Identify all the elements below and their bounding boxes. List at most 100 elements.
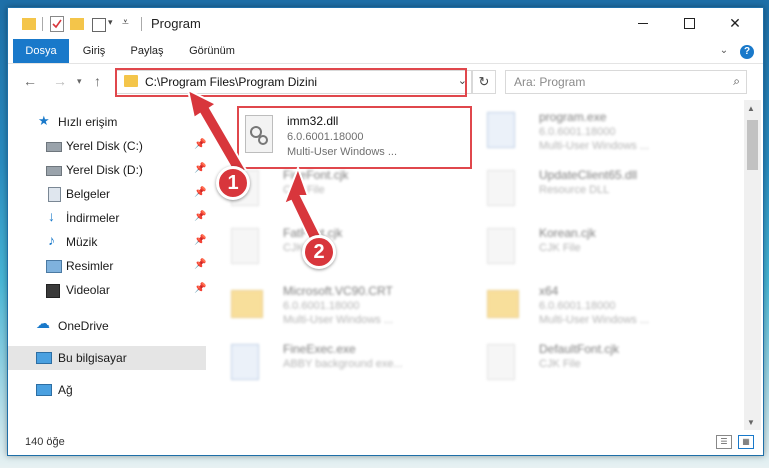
file-icon [487, 344, 515, 380]
list-item[interactable]: FineFont.cjk CJK File [213, 162, 453, 216]
list-item[interactable]: x64 6.0.6001.18000 Multi-User Windows ..… [469, 278, 709, 332]
scroll-thumb[interactable] [747, 120, 758, 170]
pin-icon[interactable]: 📌 [194, 211, 206, 222]
downloads-icon: ↓ [48, 208, 55, 224]
file-name: program.exe [539, 110, 607, 124]
tab-file[interactable]: Dosya [13, 39, 69, 63]
new-folder-icon[interactable] [70, 18, 84, 30]
sidebar-item-label: Ağ [58, 383, 73, 397]
pin-icon[interactable]: 📌 [194, 283, 206, 294]
vertical-scrollbar[interactable]: ▲ ▼ [744, 100, 761, 430]
expand-ribbon-icon[interactable]: ⌄ [716, 39, 732, 63]
customize-toolbar-icon[interactable]: ⩡ [122, 15, 129, 30]
sidebar-item-pictures[interactable]: Resimler 📌 [8, 254, 206, 278]
dll-file-icon [487, 170, 515, 206]
forward-arrow-icon[interactable]: → [53, 73, 67, 89]
pin-icon[interactable]: 📌 [194, 187, 206, 198]
sidebar-item-network[interactable]: Ağ [8, 378, 206, 402]
network-icon [36, 384, 52, 396]
file-version: 6.0.6001.18000 [539, 126, 616, 138]
tab-home[interactable]: Giriş [72, 39, 116, 63]
sidebar-item-local-disk-d[interactable]: Yerel Disk (D:) 📌 [8, 158, 206, 182]
navigation-pane: ★ Hızlı erişim Yerel Disk (C:) 📌 Yerel D… [8, 100, 206, 430]
window-title: Program [151, 16, 201, 31]
file-version: 6.0.6001.18000 [283, 300, 360, 312]
sidebar-item-local-disk-c[interactable]: Yerel Disk (C:) 📌 [8, 134, 206, 158]
help-icon[interactable]: ? [739, 39, 755, 63]
close-button[interactable]: ✕ [712, 8, 758, 38]
explorer-window: ▾ ⩡ Program ✕ Dosya Giriş Paylaş Görünüm… [7, 7, 764, 456]
file-name: Microsoft.VC90.CRT [283, 284, 393, 298]
close-icon: ✕ [729, 14, 741, 31]
pictures-icon [46, 260, 62, 273]
status-bar: 140 öğe ☰ ▦ [8, 430, 763, 454]
sidebar-item-this-pc[interactable]: Bu bilgisayar [8, 346, 206, 370]
videos-icon [46, 284, 60, 298]
file-name: DefaultFont.cjk [539, 342, 620, 356]
file-type: CJK File [539, 242, 581, 254]
checkmark-icon [52, 19, 62, 29]
tab-share[interactable]: Paylaş [124, 39, 170, 63]
recent-locations-icon[interactable]: ▾ [77, 76, 82, 87]
cloud-icon: ☁ [36, 315, 50, 331]
search-box[interactable]: Ara: Program ⌕ [505, 70, 747, 94]
sidebar-item-videos[interactable]: Videolar 📌 [8, 278, 206, 302]
sidebar-item-onedrive[interactable]: ☁ OneDrive [8, 314, 206, 338]
scroll-down-icon[interactable]: ▼ [747, 418, 755, 427]
sidebar-item-music[interactable]: ♪ Müzik 📌 [8, 230, 206, 254]
search-icon: ⌕ [733, 74, 740, 88]
refresh-icon: ↻ [478, 74, 490, 89]
sidebar-item-label: Bu bilgisayar [58, 351, 127, 365]
back-arrow-icon[interactable]: ← [23, 73, 37, 89]
scroll-up-icon[interactable]: ▲ [747, 104, 755, 113]
drive-icon [46, 166, 62, 176]
minimize-icon [638, 22, 648, 24]
music-icon: ♪ [48, 232, 55, 248]
maximize-icon [683, 17, 695, 29]
maximize-button[interactable] [666, 8, 712, 38]
sidebar-item-label: Belgeler [66, 187, 111, 201]
drive-icon [46, 142, 62, 152]
pin-icon[interactable]: 📌 [194, 163, 206, 174]
documents-icon [48, 187, 61, 202]
large-icons-view-icon[interactable]: ▦ [738, 435, 754, 449]
computer-icon [36, 352, 52, 364]
list-item[interactable]: Microsoft.VC90.CRT 6.0.6001.18000 Multi-… [213, 278, 453, 332]
search-input[interactable]: Ara: Program [514, 75, 585, 89]
tab-view[interactable]: Görünüm [180, 39, 244, 63]
application-icon [487, 112, 515, 148]
file-icon [231, 228, 259, 264]
view-icon[interactable] [92, 18, 106, 32]
file-type: Resource DLL [539, 184, 610, 196]
list-item[interactable]: Korean.cjk CJK File [469, 220, 709, 274]
folder-icon [22, 18, 36, 30]
pin-icon[interactable]: 📌 [194, 139, 206, 150]
file-highlight-box [237, 106, 472, 169]
pin-icon[interactable]: 📌 [194, 259, 206, 270]
divider [141, 17, 142, 31]
details-view-icon[interactable]: ☰ [716, 435, 732, 449]
file-description: Multi-User Windows ... [539, 314, 650, 326]
refresh-button[interactable]: ↻ [472, 70, 496, 94]
up-arrow-icon[interactable]: ↑ [94, 73, 101, 89]
step-badge-1: 1 [216, 166, 250, 200]
sidebar-item-label: Yerel Disk (D:) [66, 163, 143, 177]
sidebar-item-label: Videolar [66, 283, 110, 297]
file-type: CJK File [539, 358, 581, 370]
sidebar-item-quick-access[interactable]: ★ Hızlı erişim [8, 110, 206, 134]
file-name: x64 [539, 284, 559, 298]
file-type: ABBY background exe... [283, 358, 403, 370]
list-item[interactable]: program.exe 6.0.6001.18000 Multi-User Wi… [469, 104, 709, 158]
file-version: 6.0.6001.18000 [539, 300, 616, 312]
file-name: Korean.cjk [539, 226, 596, 240]
chevron-down-icon[interactable]: ▾ [108, 17, 113, 28]
list-item[interactable]: FineExec.exe ABBY background exe... [213, 336, 453, 390]
list-item[interactable]: UpdateClient65.dll Resource DLL [469, 162, 709, 216]
properties-icon[interactable] [50, 16, 64, 32]
sidebar-item-label: Hızlı erişim [58, 115, 118, 129]
sidebar-item-documents[interactable]: Belgeler 📌 [8, 182, 206, 206]
minimize-button[interactable] [620, 8, 666, 38]
list-item[interactable]: DefaultFont.cjk CJK File [469, 336, 709, 390]
pin-icon[interactable]: 📌 [194, 235, 206, 246]
sidebar-item-downloads[interactable]: ↓ İndirmeler 📌 [8, 206, 206, 230]
